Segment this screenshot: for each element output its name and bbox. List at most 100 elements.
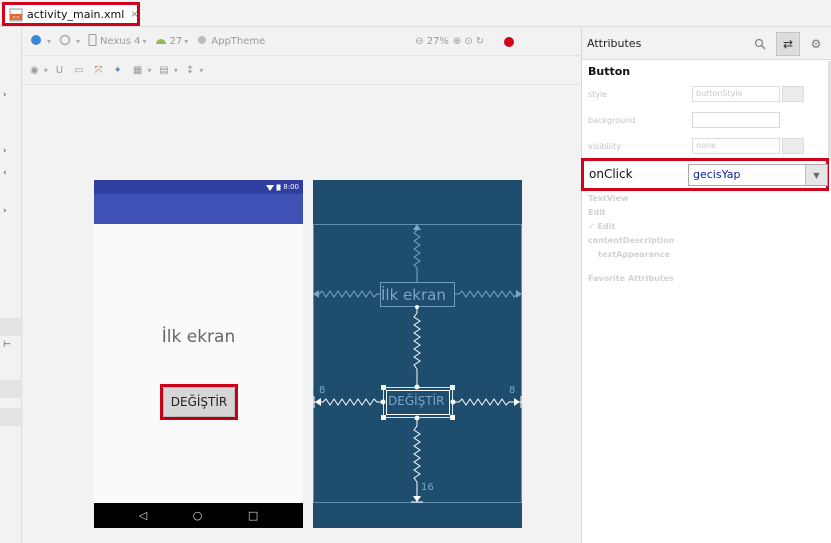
xml-layout-file-icon: <>: [9, 7, 23, 22]
zoom-level: 27%: [426, 36, 449, 47]
onclick-value: gecisYap: [693, 168, 741, 181]
home-icon: ○: [192, 509, 203, 522]
android-studio-layout-editor: <> activity_main.xml × › › ‹ › ⊢ ▾ ▾ Nex…: [0, 0, 831, 543]
rotate-icon: [59, 34, 71, 49]
clear-constraints-icon: ⤧: [94, 65, 103, 76]
android-icon: [155, 35, 167, 48]
theme-label: AppTheme: [211, 36, 266, 47]
design-surface-dropdown[interactable]: ▾: [30, 34, 51, 49]
pack-dropdown[interactable]: ▦ ▾: [133, 65, 151, 76]
chevron-down-icon[interactable]: ▼: [805, 165, 827, 185]
clear-constraints-button[interactable]: ⤧: [95, 65, 106, 76]
faded-attribute-text: Edit: [588, 208, 606, 217]
degistir-button[interactable]: DEĞİŞTİR: [163, 387, 235, 417]
margin-bottom-value: 16: [421, 482, 434, 493]
onclick-label: onClick: [589, 167, 633, 181]
onclick-combobox[interactable]: gecisYap ▼: [688, 164, 828, 186]
blueprint-button-label[interactable]: DEĞİŞTİR: [388, 394, 444, 408]
zoom-out-icon[interactable]: ⊖: [415, 36, 423, 47]
refresh-icon[interactable]: ↻: [476, 36, 484, 47]
error-icon: [504, 36, 515, 47]
attribute-value[interactable]: buttonStyle: [692, 86, 780, 102]
faded-attribute-text: TextView: [588, 194, 629, 203]
eye-icon: ◉: [30, 65, 39, 76]
attributes-header-icons: ⇄ ⚙: [748, 32, 828, 56]
pack-icon: ▦: [132, 65, 143, 76]
attribute-value[interactable]: [692, 112, 780, 128]
design-surface-icon: [30, 34, 42, 49]
attribute-value[interactable]: none: [692, 138, 780, 154]
faded-attribute-text: ✓ Edit: [588, 222, 616, 231]
swap-view-icon[interactable]: ⇄: [776, 32, 800, 56]
blueprint-view: İlk ekran DEĞİŞTİR 8 8 16: [313, 180, 522, 528]
infer-constraints-button[interactable]: ✦: [114, 65, 125, 76]
error-indicator[interactable]: [503, 36, 515, 48]
device-label: Nexus 4: [100, 36, 141, 47]
faded-attribute-text: textAppearance: [598, 250, 670, 259]
device-preview: 8:00 İlk ekran ◁ ○ □: [94, 180, 303, 528]
faded-attribute-text: Favorite Attributes: [588, 274, 674, 283]
align-dropdown[interactable]: ▤ ▾: [159, 65, 177, 76]
attributes-panel: Attributes ⇄ ⚙ Button style buttonStyle …: [581, 28, 831, 543]
tab-label: activity_main.xml: [27, 7, 125, 21]
left-strip-band: [0, 408, 21, 426]
margin-right-value: 8: [509, 385, 516, 396]
palette-marker-icon: ⊢: [3, 340, 11, 350]
palette-marker-icon: ›: [3, 206, 7, 216]
close-tab-icon[interactable]: ×: [130, 9, 138, 20]
guideline-icon: ↕: [185, 65, 195, 76]
battery-icon: [276, 184, 281, 190]
magic-wand-icon: ✦: [113, 65, 122, 76]
attributes-title: Attributes: [587, 37, 642, 50]
view-options-dropdown[interactable]: ◉ ▾: [30, 65, 48, 76]
margin-left-value: 8: [319, 385, 326, 396]
app-bar: [94, 194, 303, 224]
gear-icon[interactable]: ⚙: [804, 32, 828, 56]
status-icons: [266, 184, 281, 191]
autoconnect-toggle[interactable]: U: [56, 65, 66, 76]
system-nav-bar: ◁ ○ □: [94, 503, 303, 528]
attribute-row-background[interactable]: background: [588, 111, 826, 129]
recent-apps-icon: □: [247, 509, 259, 522]
attribute-row-style[interactable]: style buttonStyle: [588, 85, 826, 103]
default-margins-button[interactable]: ▭: [74, 65, 86, 76]
faded-attribute-text: contentDescription: [588, 236, 675, 245]
theme-dropdown[interactable]: AppTheme: [196, 34, 265, 49]
onclick-attribute-row: onClick gecisYap ▼: [581, 158, 829, 191]
blueprint-textview-label[interactable]: İlk ekran: [381, 286, 446, 304]
left-strip-band: [0, 318, 21, 336]
textview-ilk-ekran[interactable]: İlk ekran: [94, 327, 303, 347]
attribute-picker-button[interactable]: [782, 138, 804, 154]
left-strip-band: [0, 380, 21, 398]
status-time: 8:00: [283, 183, 299, 191]
align-icon: ▤: [159, 65, 169, 76]
palette-marker-icon: ‹: [3, 168, 7, 178]
api-level-label: 27: [169, 36, 183, 47]
attribute-label: visibility: [588, 141, 621, 151]
palette-marker-icon: ›: [3, 90, 7, 100]
guidelines-dropdown[interactable]: ↕ ▾: [186, 65, 203, 76]
design-toolbar: ▾ ▾ Nexus 4 ▾ 27 ▾ AppTheme ⊖ 27% ⊕ ⊙ ↻: [22, 28, 580, 56]
back-icon: ◁: [138, 509, 148, 522]
left-tool-strip: › › ‹ › ⊢: [0, 28, 22, 543]
zoom-fit-icon[interactable]: ⊙: [464, 36, 472, 47]
tab-activity-main-xml[interactable]: <> activity_main.xml ×: [2, 2, 140, 26]
magnet-icon: U: [55, 65, 64, 76]
attributes-header: Attributes ⇄ ⚙: [582, 28, 831, 60]
editor-tab-bar: <> activity_main.xml ×: [0, 0, 831, 27]
attribute-label: background: [588, 115, 636, 125]
palette-marker-icon: ›: [3, 146, 7, 156]
search-icon[interactable]: [748, 32, 772, 56]
wifi-icon: [266, 184, 275, 191]
zoom-in-icon[interactable]: ⊕: [453, 36, 461, 47]
attribute-picker-button[interactable]: [782, 86, 804, 102]
orientation-dropdown[interactable]: ▾: [59, 34, 80, 49]
attributes-section-title: Button: [588, 65, 631, 78]
status-bar: 8:00: [94, 180, 303, 194]
blueprint-constraints: [313, 224, 522, 503]
api-level-dropdown[interactable]: 27 ▾: [155, 35, 188, 48]
svg-text:<>: <>: [12, 15, 20, 21]
device-dropdown[interactable]: Nexus 4 ▾: [88, 34, 147, 49]
zoom-controls: ⊖ 27% ⊕ ⊙ ↻: [415, 36, 487, 47]
attribute-row-visibility[interactable]: visibility none: [588, 137, 826, 155]
